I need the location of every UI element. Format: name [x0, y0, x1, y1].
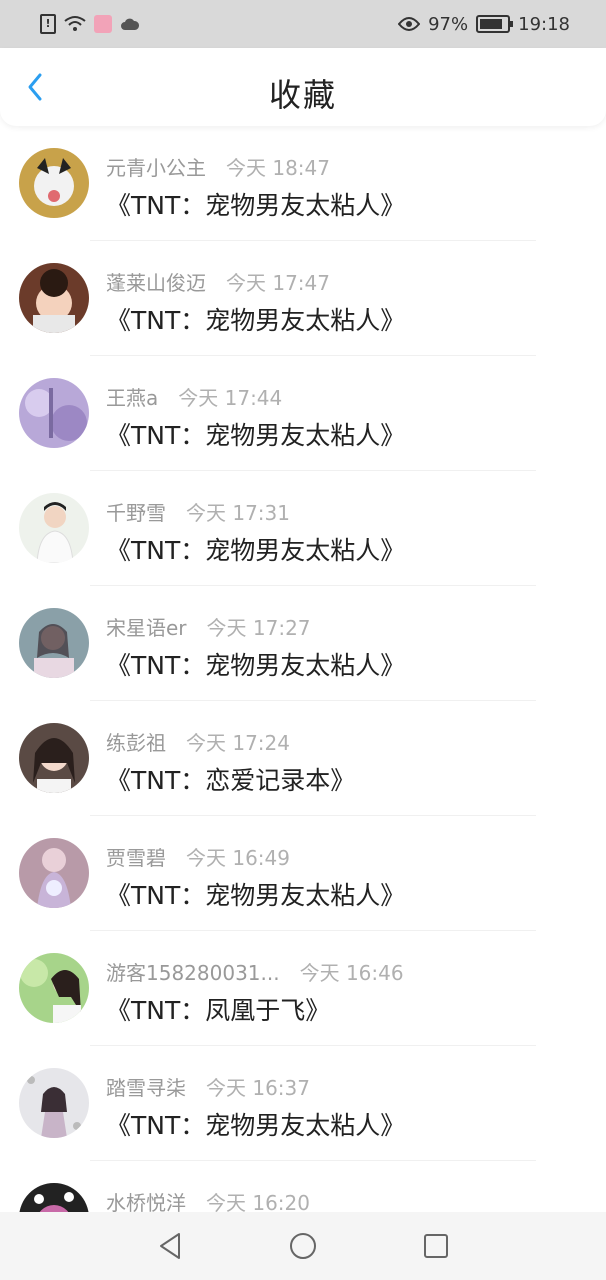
item-meta: 元青小公主 今天 18:47: [106, 152, 330, 181]
timestamp: 今天 16:46: [299, 961, 404, 985]
user-name[interactable]: 王燕a: [106, 382, 158, 411]
item-meta: 王燕a 今天 17:44: [106, 382, 282, 411]
timestamp: 今天 16:37: [206, 1076, 310, 1100]
avatar: [19, 953, 89, 1023]
battery-percent: 97%: [428, 13, 469, 35]
work-title[interactable]: 《TNT：凤凰于飞》: [106, 991, 330, 1027]
list-item[interactable]: 游客158280031... 今天 16:46 《TNT：凤凰于飞》: [0, 931, 606, 1046]
status-bar: ! 97% 19:18: [0, 0, 606, 48]
avatar: [19, 838, 89, 908]
app-header: 收藏: [0, 48, 606, 126]
list-item[interactable]: 练彭祖 今天 17:24 《TNT：恋爱记录本》: [0, 701, 606, 816]
triangle-back-icon: [160, 1233, 181, 1259]
avatar: [19, 263, 89, 333]
work-title[interactable]: 《TNT：宠物男友太粘人》: [106, 1106, 405, 1142]
sim-alert-icon: !: [40, 14, 56, 34]
wifi-icon: [64, 15, 86, 33]
nav-home-button[interactable]: [283, 1226, 323, 1266]
clock: 19:18: [518, 13, 570, 35]
list-item[interactable]: 元青小公主 今天 18:47 《TNT：宠物男友太粘人》: [0, 126, 606, 241]
nav-recents-button[interactable]: [416, 1226, 456, 1266]
item-meta: 宋星语er 今天 17:27: [106, 612, 311, 641]
battery-icon: [476, 15, 514, 33]
item-meta: 踏雪寻柒 今天 16:37: [106, 1072, 310, 1101]
work-title[interactable]: 《TNT：宠物男友太粘人》: [106, 416, 405, 452]
square-recents-icon: [423, 1234, 448, 1258]
list-item[interactable]: 宋星语er 今天 17:27 《TNT：宠物男友太粘人》: [0, 586, 606, 701]
system-nav-bar: [0, 1212, 606, 1280]
list-item[interactable]: 贾雪碧 今天 16:49 《TNT：宠物男友太粘人》: [0, 816, 606, 931]
timestamp: 今天 17:24: [186, 731, 290, 755]
timestamp: 今天 17:31: [186, 501, 290, 525]
list-item[interactable]: 千野雪 今天 17:31 《TNT：宠物男友太粘人》: [0, 471, 606, 586]
user-name[interactable]: 练彭祖: [106, 727, 166, 756]
user-name[interactable]: 千野雪: [106, 497, 166, 526]
timestamp: 今天 16:49: [186, 846, 290, 870]
user-name[interactable]: 贾雪碧: [106, 842, 166, 871]
item-meta: 水桥悦洋 今天 16:20: [106, 1187, 310, 1212]
app-notification-icon: [94, 15, 112, 33]
user-name[interactable]: 水桥悦洋: [106, 1187, 186, 1212]
list-item[interactable]: 踏雪寻柒 今天 16:37 《TNT：宠物男友太粘人》: [0, 1046, 606, 1161]
timestamp: 今天 17:27: [206, 616, 311, 640]
avatar: [19, 723, 89, 793]
list-item[interactable]: 蓬莱山俊迈 今天 17:47 《TNT：宠物男友太粘人》: [0, 241, 606, 356]
work-title[interactable]: 《TNT：宠物男友太粘人》: [106, 186, 405, 222]
item-meta: 贾雪碧 今天 16:49: [106, 842, 290, 871]
avatar: [19, 1068, 89, 1138]
avatar: [19, 1183, 89, 1212]
user-name[interactable]: 游客158280031...: [106, 957, 280, 986]
page-title: 收藏: [268, 76, 337, 114]
item-meta: 蓬莱山俊迈 今天 17:47: [106, 267, 330, 296]
user-name[interactable]: 蓬莱山俊迈: [106, 267, 206, 296]
eye-icon: [398, 16, 421, 32]
user-name[interactable]: 元青小公主: [106, 152, 206, 181]
cloud-icon: [120, 17, 140, 31]
status-icons-right: 97% 19:18: [398, 14, 570, 35]
item-meta: 千野雪 今天 17:31: [106, 497, 290, 526]
work-title[interactable]: 《TNT：宠物男友太粘人》: [106, 301, 405, 337]
timestamp: 今天 18:47: [226, 156, 330, 180]
circle-home-icon: [289, 1233, 316, 1259]
work-title[interactable]: 《TNT：宠物男友太粘人》: [106, 531, 405, 567]
timestamp: 今天 17:47: [226, 271, 330, 295]
list-item[interactable]: 水桥悦洋 今天 16:20: [0, 1161, 606, 1212]
user-name[interactable]: 踏雪寻柒: [106, 1072, 186, 1101]
work-title[interactable]: 《TNT：宠物男友太粘人》: [106, 876, 405, 912]
avatar: [19, 378, 89, 448]
favorites-list[interactable]: 元青小公主 今天 18:47 《TNT：宠物男友太粘人》 蓬莱山俊迈 今天 17…: [0, 126, 606, 1212]
avatar: [19, 493, 89, 563]
work-title[interactable]: 《TNT：宠物男友太粘人》: [106, 646, 405, 682]
list-item[interactable]: 王燕a 今天 17:44 《TNT：宠物男友太粘人》: [0, 356, 606, 471]
item-meta: 游客158280031... 今天 16:46: [106, 957, 404, 986]
work-title[interactable]: 《TNT：恋爱记录本》: [106, 761, 355, 797]
nav-back-button[interactable]: [150, 1226, 190, 1266]
user-name[interactable]: 宋星语er: [106, 612, 187, 641]
timestamp: 今天 16:20: [206, 1191, 310, 1212]
avatar: [19, 608, 89, 678]
item-meta: 练彭祖 今天 17:24: [106, 727, 290, 756]
timestamp: 今天 17:44: [178, 386, 283, 410]
avatar: [19, 148, 89, 218]
status-icons-left: !: [40, 14, 140, 34]
